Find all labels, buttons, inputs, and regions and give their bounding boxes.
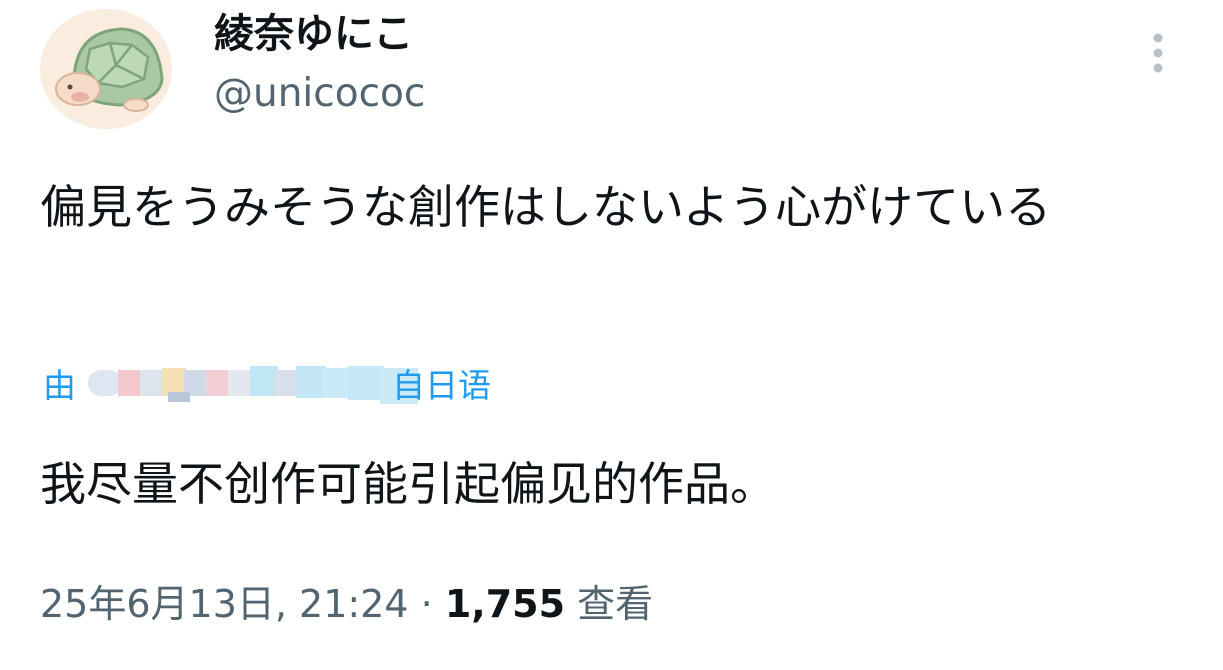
tweet-meta: 25年6月13日, 21:24 · 1,755 查看 [40,576,653,632]
author-handle[interactable]: @unicococ [214,68,425,120]
translated-text: 我尽量不创作可能引起偏见的作品。 [40,457,776,511]
tweet-text: 偏見をうみそうな創作はしないよう心がけている [40,180,1052,234]
translation-prefix: 由 [43,366,76,405]
more-options-button[interactable] [1138,28,1178,78]
translation-source-link[interactable]: 由 自日语 [40,362,520,410]
author-name[interactable]: 綾奈ゆにこ [214,8,413,60]
timestamp[interactable]: 25年6月13日, 21:24 [40,582,409,626]
translation-suffix: 自日语 [392,366,491,405]
more-vertical-icon [1153,33,1163,73]
views-count[interactable]: 1,755 [445,582,565,626]
redacted-blur [88,366,418,404]
avatar[interactable] [40,9,172,129]
views-label: 查看 [577,582,654,626]
turtle-avatar-icon [40,9,172,129]
tweet: 綾奈ゆにこ @unicococ 偏見をうみそうな創作はしないよう心がけている 由 [0,0,1223,670]
meta-separator: · [420,582,433,626]
